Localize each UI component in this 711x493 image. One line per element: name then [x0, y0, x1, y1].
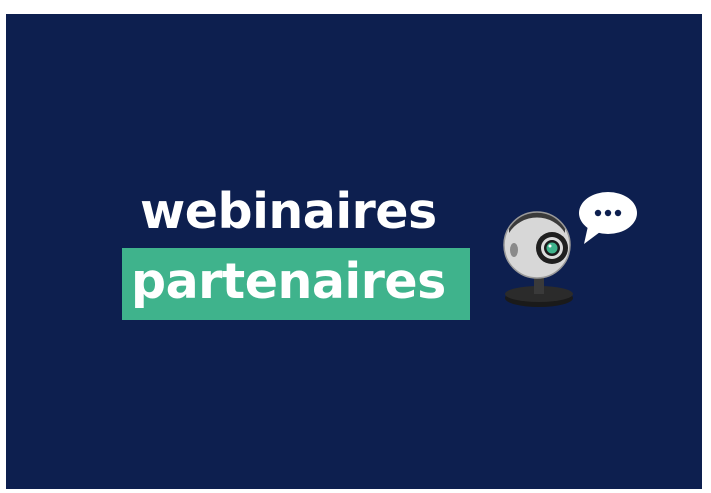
title-line-1: webinaires [140, 183, 437, 240]
title-line-2: partenaires [131, 253, 446, 310]
webcam-icon [503, 192, 637, 307]
banner: webinaires partenaires [6, 14, 702, 489]
speech-bubble-icon [579, 192, 637, 244]
